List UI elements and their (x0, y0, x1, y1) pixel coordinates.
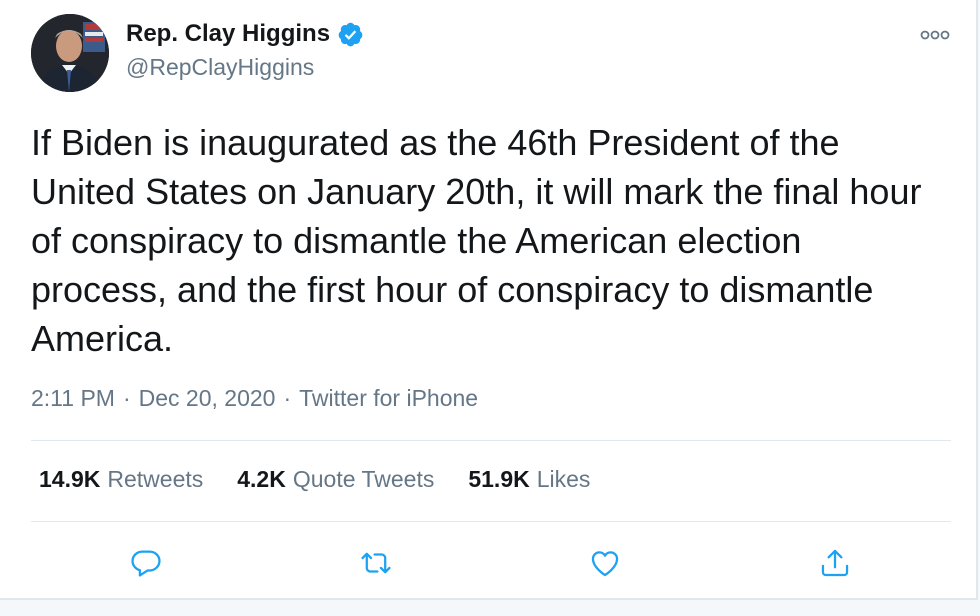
author-display-name[interactable]: Rep. Clay Higgins (126, 20, 330, 48)
stat-count: 14.9K (39, 466, 101, 492)
engagement-stats: 14.9K Retweets 4.2K Quote Tweets 51.9K L… (39, 466, 590, 493)
retweet-icon[interactable] (356, 543, 396, 583)
verified-badge-icon (338, 22, 363, 46)
stat-retweets[interactable]: 14.9K Retweets (39, 466, 203, 493)
tweet-meta: 2:11 PM · Dec 20, 2020 · Twitter for iPh… (31, 385, 478, 412)
stat-likes[interactable]: 51.9K Likes (468, 466, 590, 493)
meta-separator: · (122, 385, 131, 411)
stat-label: Quote Tweets (292, 466, 435, 492)
tweet-text: If Biden is inaugurated as the 46th Pres… (31, 122, 922, 359)
share-icon[interactable] (815, 543, 855, 583)
meta-separator: · (283, 385, 292, 411)
more-options-icon[interactable] (918, 24, 952, 46)
stat-label: Likes (536, 466, 591, 492)
avatar[interactable] (31, 14, 109, 92)
stat-count: 4.2K (237, 466, 286, 492)
stat-count: 51.9K (468, 466, 530, 492)
tweet-card: Rep. Clay Higgins @RepClayHiggins If Bid… (0, 0, 978, 600)
stat-label: Retweets (107, 466, 204, 492)
tweet-source[interactable]: Twitter for iPhone (299, 385, 478, 412)
author-handle[interactable]: @RepClayHiggins (126, 54, 314, 81)
author-name-row[interactable]: Rep. Clay Higgins (126, 20, 364, 48)
divider (31, 521, 951, 522)
divider (31, 440, 951, 441)
tweet-date[interactable]: Dec 20, 2020 (139, 385, 276, 412)
stat-quote-tweets[interactable]: 4.2K Quote Tweets (237, 466, 434, 493)
like-icon[interactable] (585, 543, 625, 583)
avatar-photo (31, 14, 109, 92)
tweet-time[interactable]: 2:11 PM (31, 385, 115, 412)
reply-icon[interactable] (126, 543, 166, 583)
